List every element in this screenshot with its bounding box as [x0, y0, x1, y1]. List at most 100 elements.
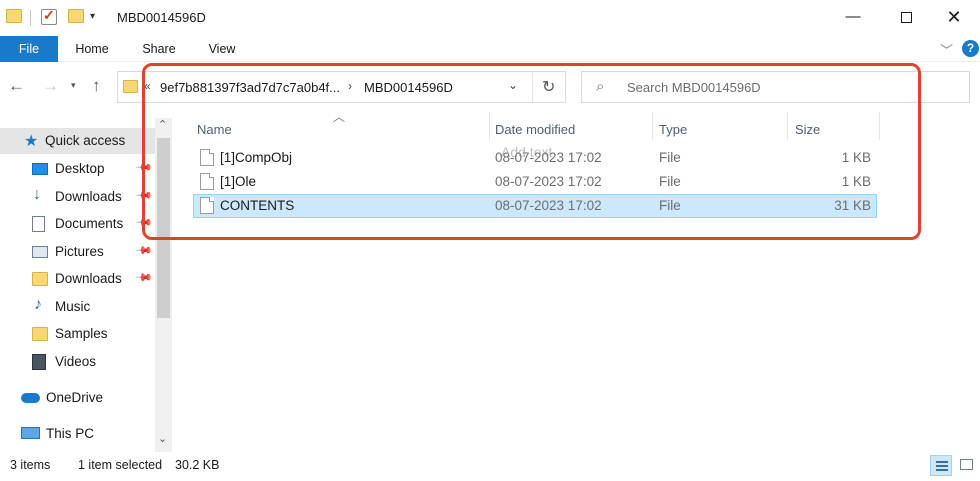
navigation-pane: ★ Quick access Desktop 📌 ↓ Downloads 📌 D…	[0, 118, 173, 452]
expand-ribbon-chevron-icon[interactable]: ﹀	[940, 40, 953, 59]
computer-icon	[21, 427, 40, 439]
sidebar-item-downloads[interactable]: ↓ Downloads 📌	[0, 184, 155, 210]
sidebar-item-label: Downloads	[55, 271, 122, 286]
file-type: File	[659, 150, 681, 165]
column-header-name[interactable]: Name	[193, 112, 489, 146]
column-divider[interactable]	[652, 112, 653, 140]
tab-view[interactable]: View	[198, 36, 246, 62]
sidebar-item-downloads-folder[interactable]: Downloads 📌	[0, 266, 155, 292]
ribbon: File Home Share View ﹀ ?	[0, 36, 980, 62]
sidebar-item-label: Desktop	[55, 161, 105, 176]
large-icons-view-icon	[960, 459, 973, 470]
column-header-label: Name	[197, 122, 232, 137]
sidebar-item-quick-access[interactable]: ★ Quick access	[0, 128, 155, 154]
folder-icon[interactable]	[6, 9, 22, 23]
file-name: [1]CompObj	[220, 150, 293, 165]
file-type: File	[659, 198, 681, 213]
cloud-icon	[21, 393, 40, 403]
add-text-overlay[interactable]: Add text	[501, 144, 552, 160]
sidebar-item-pictures[interactable]: Pictures 📌	[0, 239, 155, 265]
sidebar-item-label: This PC	[46, 426, 95, 441]
search-placeholder: Search MBD0014596D	[627, 80, 761, 95]
search-input[interactable]: ⌕ Search MBD0014596D	[581, 71, 970, 103]
column-header-size[interactable]: Size	[789, 112, 879, 146]
sidebar-item-documents[interactable]: Documents 📌	[0, 211, 155, 237]
sidebar-item-label: Pictures	[55, 244, 104, 259]
column-divider[interactable]	[879, 112, 880, 140]
pin-icon[interactable]: 📌	[134, 241, 153, 260]
item-count: 3 items	[10, 458, 51, 472]
details-view-icon	[936, 461, 948, 463]
sidebar-item-videos[interactable]: Videos	[0, 349, 155, 375]
pin-icon[interactable]: 📌	[134, 158, 153, 177]
column-divider[interactable]	[489, 112, 490, 140]
maximize-icon	[900, 11, 912, 23]
pin-icon[interactable]: 📌	[134, 213, 153, 232]
tab-home[interactable]: Home	[66, 36, 118, 62]
sidebar-item-label: Videos	[55, 354, 97, 369]
sidebar-item-onedrive[interactable]: OneDrive	[0, 385, 155, 411]
desktop-icon	[32, 163, 48, 175]
sidebar-item-label: Samples	[55, 326, 108, 341]
quick-access-toolbar-dropdown-icon[interactable]: ▾	[90, 11, 95, 22]
table-row-selected[interactable]: CONTENTS 08-07-2023 17:02 File 31 KB	[193, 194, 877, 218]
details-view-icon	[936, 465, 948, 467]
scroll-up-icon[interactable]: ⌃	[158, 118, 167, 131]
toolbar-divider	[30, 10, 31, 26]
pin-icon[interactable]: 📌	[134, 268, 153, 287]
recent-locations-dropdown-icon[interactable]: ▾	[71, 80, 76, 91]
file-name: [1]Ole	[220, 174, 257, 189]
file-size: 1 KB	[841, 150, 871, 165]
back-arrow-icon[interactable]: ←	[8, 76, 25, 96]
videos-icon	[32, 354, 46, 370]
file-icon	[200, 149, 214, 166]
sidebar-item-label: Downloads	[55, 189, 122, 204]
file-size: 31 KB	[834, 198, 871, 213]
close-button[interactable]: ✕	[931, 0, 977, 36]
column-header-date-modified[interactable]: Date modified	[491, 112, 651, 146]
up-arrow-icon[interactable]: ↑	[92, 76, 101, 96]
breadcrumb-segment[interactable]: MBD0014596D	[364, 80, 453, 95]
forward-arrow-icon[interactable]: →	[42, 76, 59, 96]
table-row[interactable]: [1]Ole 08-07-2023 17:02 File 1 KB	[193, 170, 877, 194]
tab-file[interactable]: File	[0, 36, 58, 62]
breadcrumb-segment[interactable]: 9ef7b881397f3ad7d7c7a0b4f...	[160, 80, 340, 95]
properties-icon[interactable]: ✓	[41, 7, 57, 25]
large-icons-view-button[interactable]	[958, 456, 976, 474]
pin-icon[interactable]: 📌	[134, 186, 153, 205]
tab-share[interactable]: Share	[133, 36, 185, 62]
sidebar-item-this-pc[interactable]: This PC	[0, 421, 155, 447]
details-view-button[interactable]	[930, 455, 952, 476]
folder-icon	[32, 327, 48, 341]
file-list: ︿ Name Date modified Type Size [1]CompOb…	[173, 108, 980, 452]
column-divider[interactable]	[787, 112, 788, 140]
maximize-button[interactable]	[883, 0, 929, 36]
file-name: CONTENTS	[220, 198, 295, 213]
sidebar-item-label: Documents	[55, 216, 124, 231]
navigation-bar: ← → ▾ ↑ « 9ef7b881397f3ad7d7c7a0b4f... ›…	[0, 62, 980, 108]
sidebar-item-desktop[interactable]: Desktop 📌	[0, 156, 155, 182]
scrollbar-thumb[interactable]	[157, 138, 170, 318]
column-header-type[interactable]: Type	[654, 112, 786, 146]
sidebar-item-label: Music	[55, 299, 91, 314]
navigation-pane-scrollbar[interactable]: ⌃ ⌄	[155, 118, 172, 452]
selection-count: 1 item selected	[78, 458, 163, 472]
scroll-down-icon[interactable]: ⌄	[158, 432, 167, 445]
chevron-left-icon[interactable]: «	[144, 79, 151, 93]
minimize-button[interactable]: —	[830, 0, 876, 36]
title-bar: ✓ ▾ MBD0014596D — ✕	[0, 0, 980, 36]
column-header-label: Date modified	[495, 122, 576, 137]
window-title: MBD0014596D	[117, 10, 206, 25]
sidebar-item-label: OneDrive	[46, 390, 104, 405]
help-icon[interactable]: ?	[962, 40, 979, 57]
chevron-right-icon[interactable]: ›	[348, 79, 352, 93]
sidebar-item-samples[interactable]: Samples	[0, 321, 155, 347]
address-dropdown-icon[interactable]: ⌄	[508, 78, 518, 92]
details-view-icon	[936, 469, 948, 471]
documents-icon	[32, 216, 45, 232]
refresh-icon[interactable]: ↻	[542, 77, 555, 97]
address-bar[interactable]: « 9ef7b881397f3ad7d7c7a0b4f... › MBD0014…	[117, 71, 566, 103]
sidebar-item-music[interactable]: ♪ Music	[0, 294, 155, 320]
sidebar-item-label: Quick access	[45, 133, 126, 148]
new-folder-icon[interactable]	[68, 9, 84, 23]
